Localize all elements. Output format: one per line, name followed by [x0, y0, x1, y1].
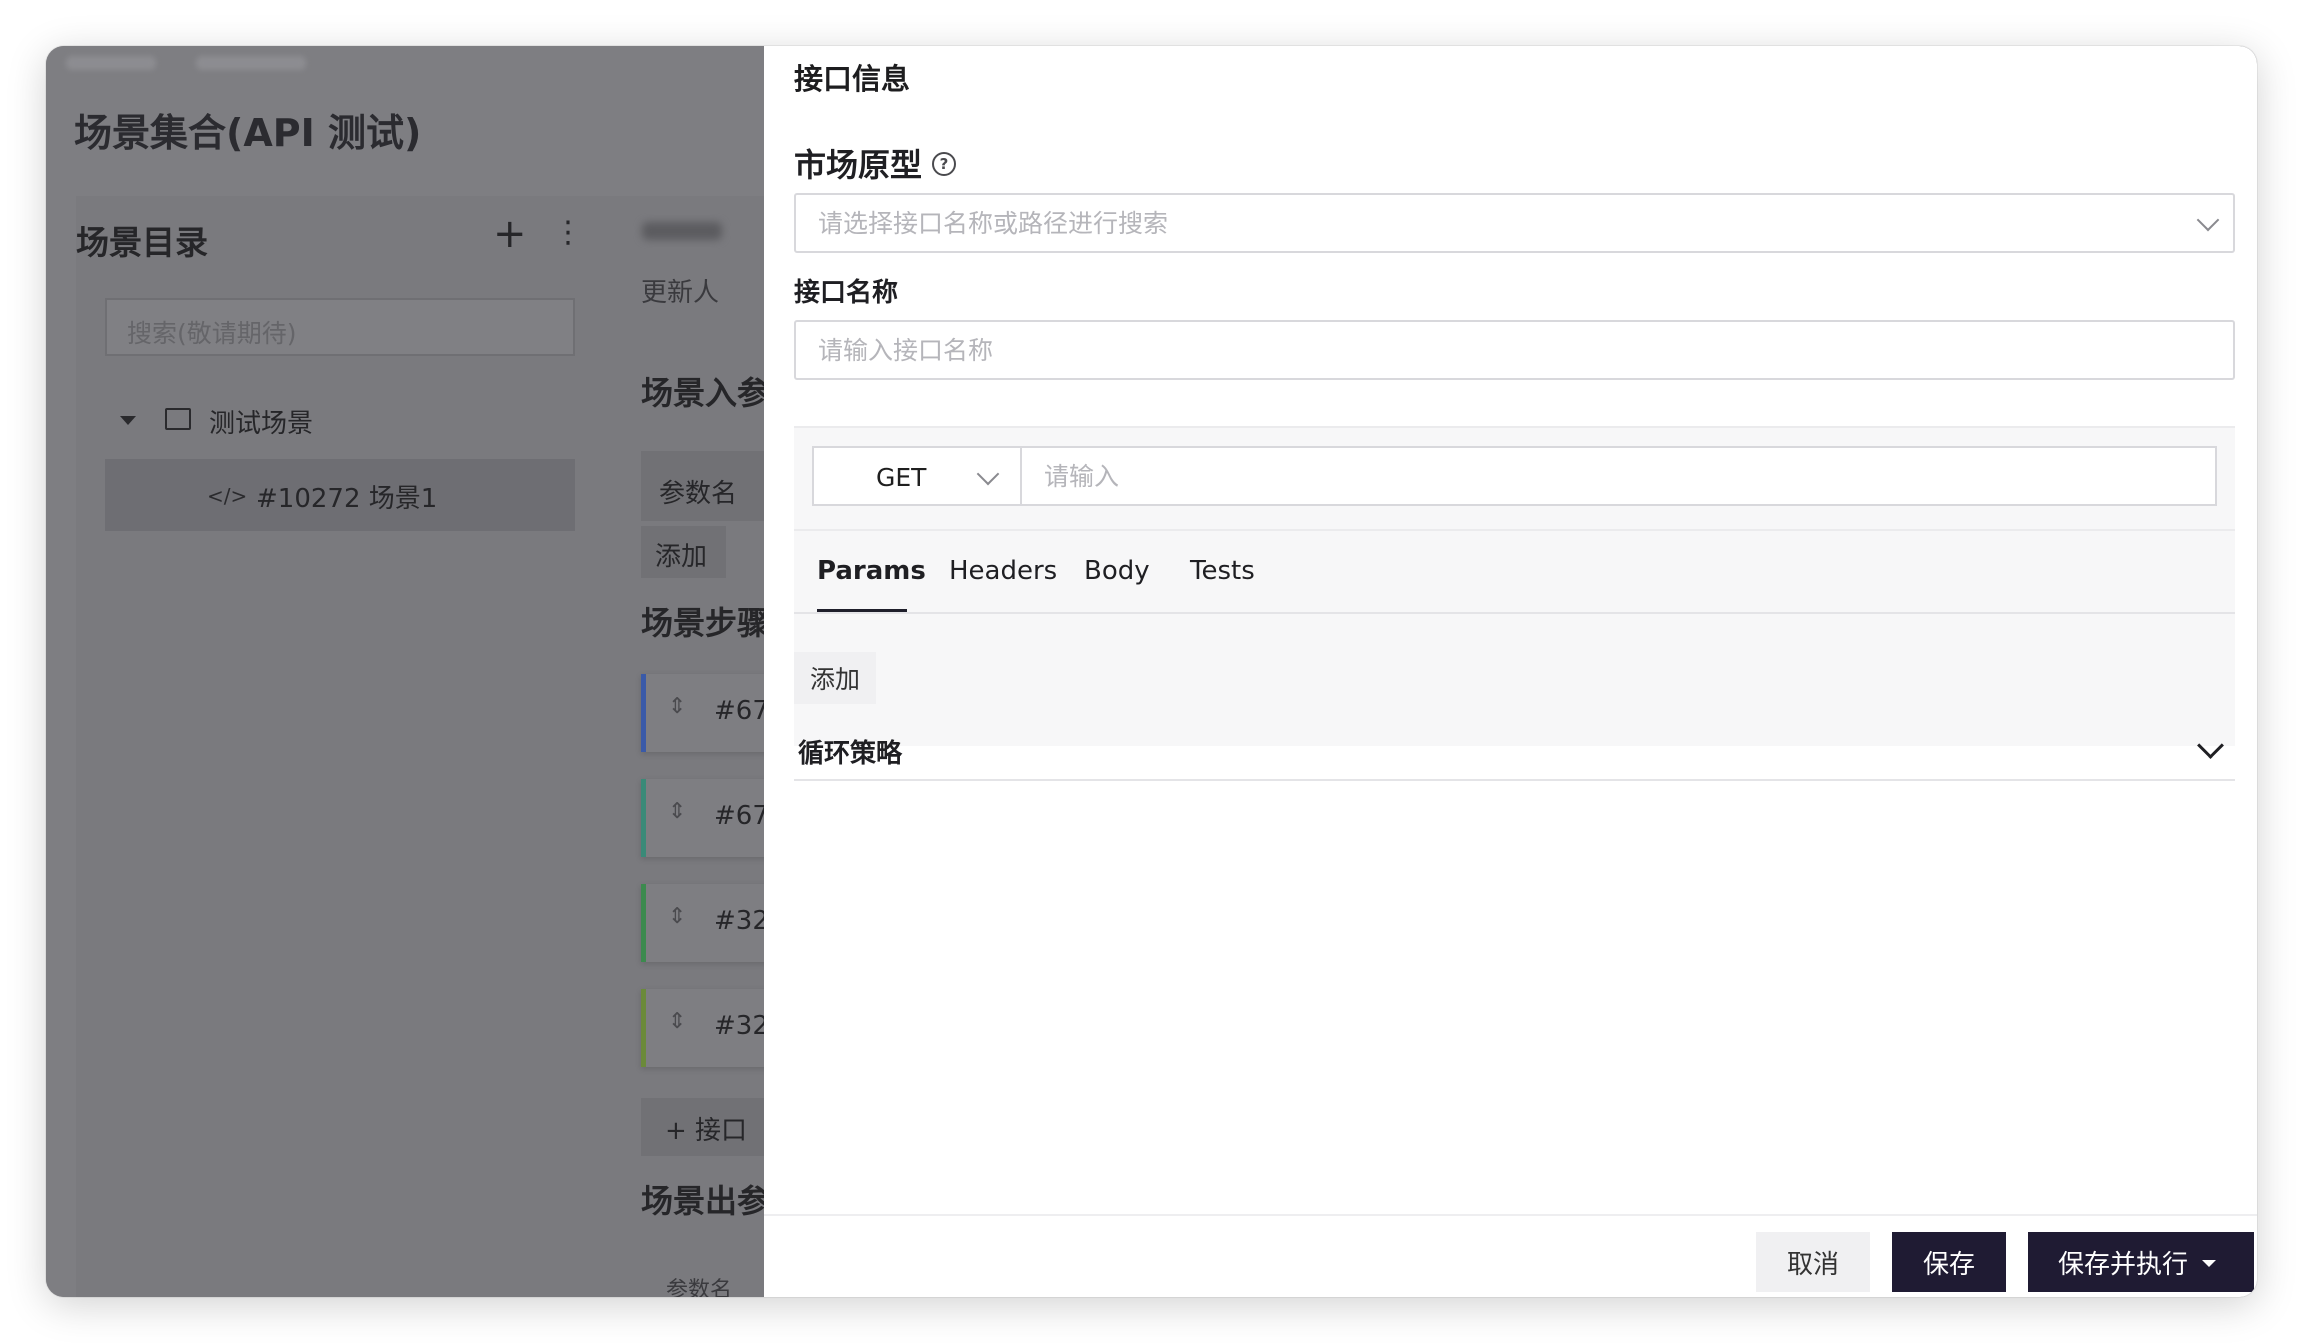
api-name-input[interactable]	[794, 320, 2235, 380]
drag-handle-icon[interactable]: ⇕	[668, 801, 686, 823]
blurred-text	[642, 222, 722, 240]
app-window: 场景集合(API 测试) 场景目录 + ⋮ 搜索(敬请期待) 测试场景 </> …	[46, 46, 2257, 1297]
folder-icon	[165, 408, 191, 430]
tab-body[interactable]: Body	[1084, 556, 1150, 586]
chevron-down-icon[interactable]	[976, 462, 1000, 486]
caret-down-icon[interactable]	[120, 416, 136, 425]
caret-down-icon[interactable]	[2202, 1259, 2217, 1267]
tree-folder-label[interactable]: 测试场景	[209, 403, 313, 440]
market-prototype-label-text: 市场原型	[794, 146, 923, 184]
section-output-params: 场景出参	[641, 1182, 770, 1220]
add-param-button[interactable]: 添加	[641, 526, 726, 578]
output-param-header: 参数名	[666, 1278, 733, 1297]
scene-directory-panel	[76, 196, 609, 1297]
market-prototype-select[interactable]	[794, 193, 2235, 253]
market-prototype-label: 市场原型?	[794, 140, 957, 186]
url-input[interactable]	[1020, 446, 2217, 506]
more-vertical-icon[interactable]: ⋮	[553, 218, 583, 248]
blurred-breadcrumb	[196, 56, 306, 70]
plus-icon[interactable]: +	[493, 214, 527, 254]
drawer-title: 接口信息	[794, 62, 911, 96]
question-circle-icon[interactable]: ?	[932, 152, 957, 176]
add-param-button[interactable]: 添加	[794, 652, 876, 704]
api-name-label: 接口名称	[794, 278, 899, 308]
cancel-button[interactable]: 取消	[1756, 1232, 1870, 1292]
save-button[interactable]: 保存	[1892, 1232, 2006, 1292]
http-method-select[interactable]: GET	[812, 446, 1022, 506]
tabs-top-divider	[794, 529, 2235, 531]
scene-directory-title: 场景目录	[76, 223, 208, 262]
code-icon: </>	[207, 484, 248, 508]
http-method-value: GET	[876, 463, 927, 492]
loop-strategy-label[interactable]: 循环策略	[798, 733, 902, 770]
api-info-drawer: 接口信息 市场原型? 接口名称 GET Params Headers Body …	[764, 46, 2257, 1297]
page-title: 场景集合(API 测试)	[74, 111, 422, 155]
tab-headers[interactable]: Headers	[949, 556, 1057, 586]
tab-params[interactable]: Params	[817, 556, 926, 586]
tree-item-label[interactable]: #10272 场景1	[256, 478, 437, 515]
loop-strategy-divider	[794, 779, 2235, 781]
tabs-divider	[794, 612, 2235, 614]
drag-handle-icon[interactable]: ⇕	[668, 696, 686, 718]
drag-handle-icon[interactable]: ⇕	[668, 1011, 686, 1033]
tab-tests[interactable]: Tests	[1190, 556, 1255, 586]
save-and-run-button[interactable]: 保存并执行	[2028, 1232, 2254, 1292]
scene-search-input[interactable]: 搜索(敬请期待)	[105, 298, 575, 356]
section-input-params: 场景入参	[641, 374, 770, 412]
drag-handle-icon[interactable]: ⇕	[668, 906, 686, 928]
updater-label: 更新人	[641, 278, 720, 308]
blurred-breadcrumb	[66, 56, 156, 70]
section-steps: 场景步骤	[641, 604, 770, 642]
save-and-run-label: 保存并执行	[2058, 1249, 2189, 1280]
